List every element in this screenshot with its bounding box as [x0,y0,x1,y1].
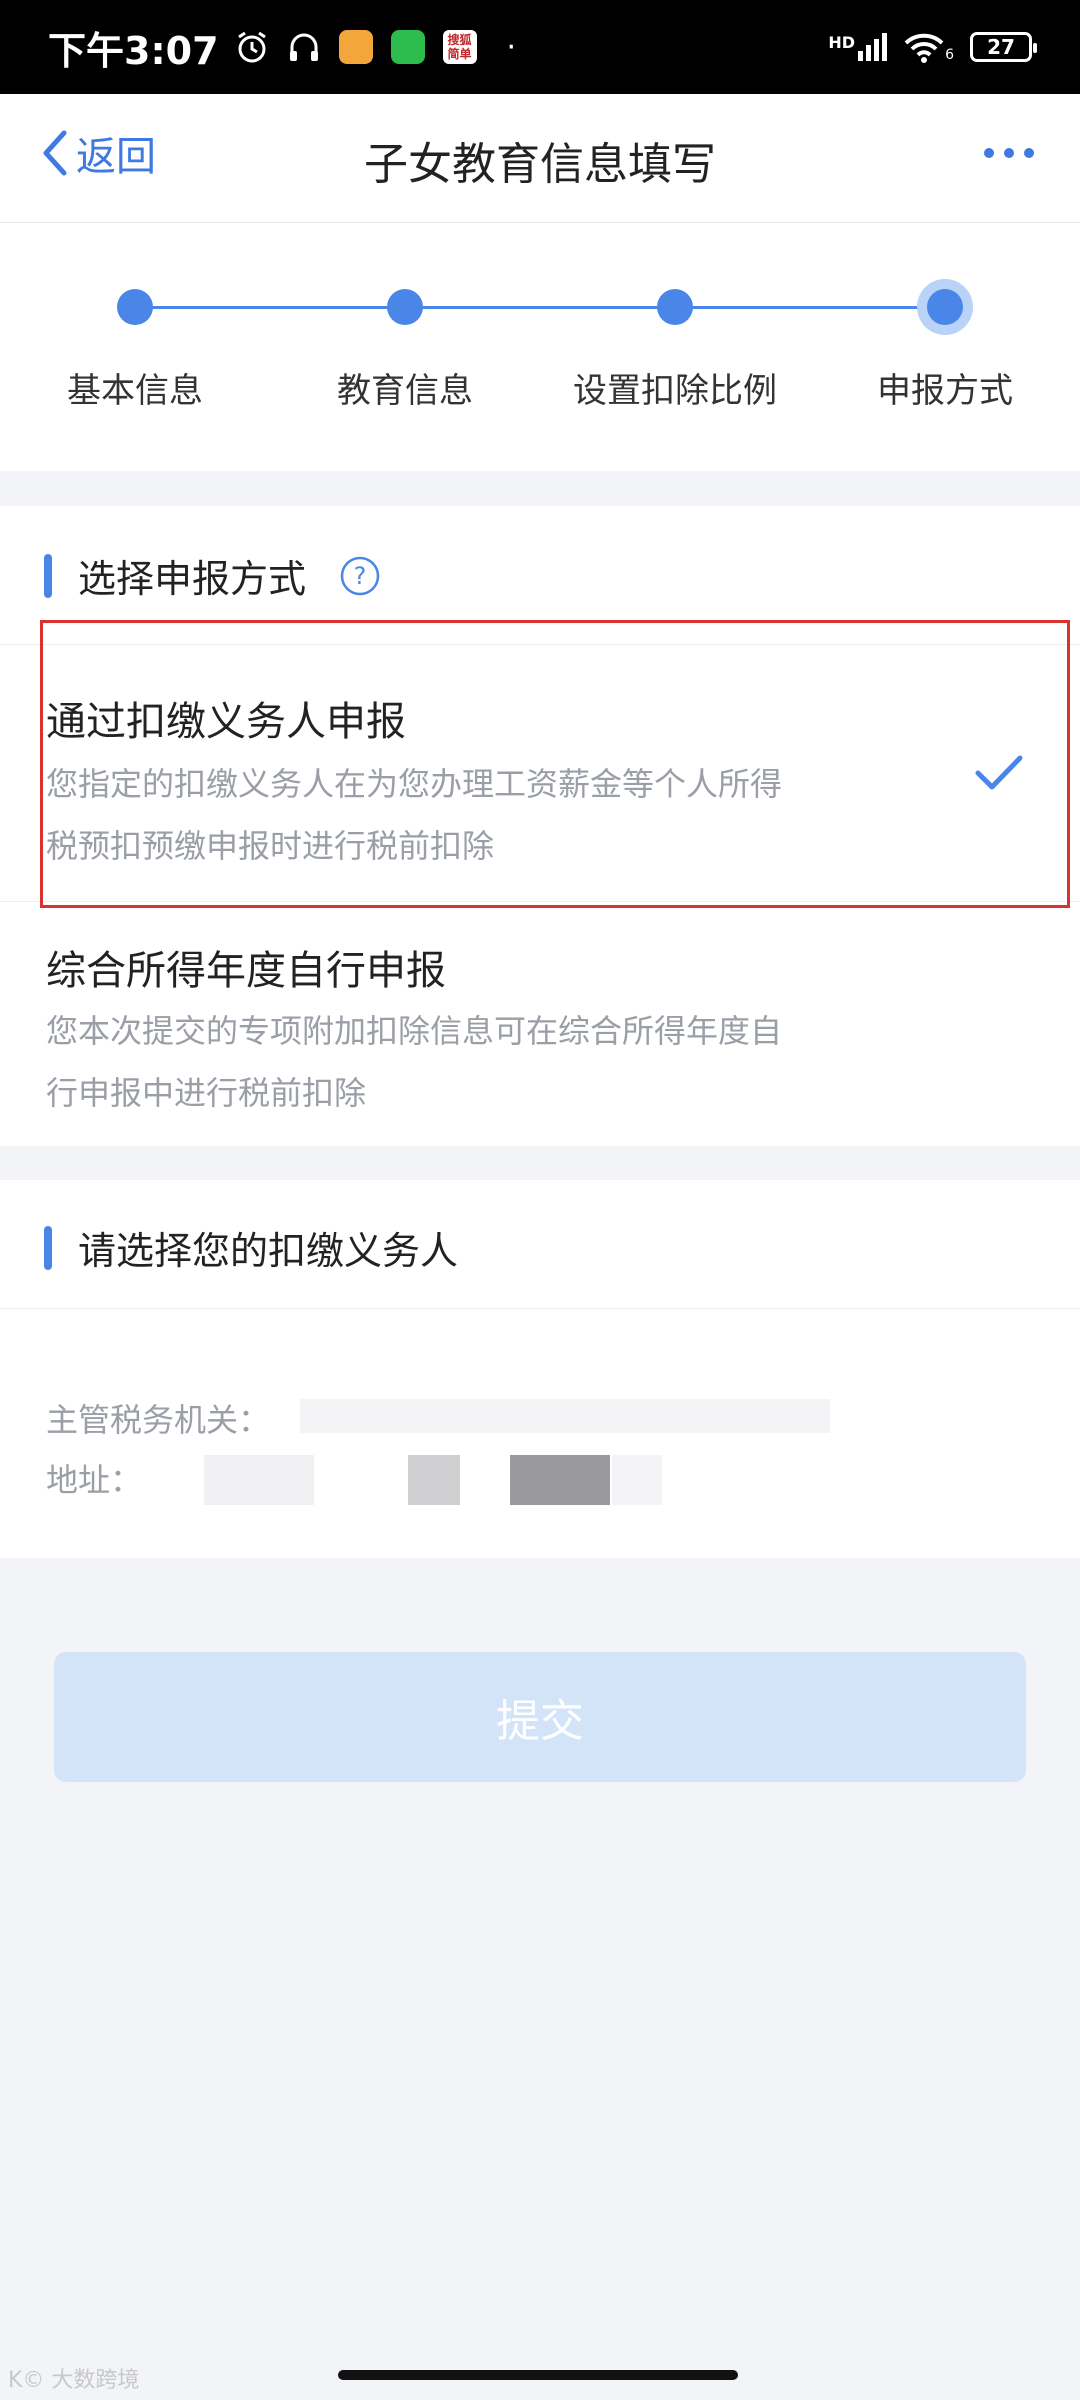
progress-steps: 基本信息 教育信息 设置扣除比例 申报方式 [0,223,1080,471]
headphones-icon [285,28,323,66]
status-bar: 下午3:07 搜狐 简单 · HD 6 27 [0,0,1080,94]
option-desc-line: 行申报中进行税前扣除 [46,1074,367,1112]
more-notifications-dot: · [506,29,517,65]
step-dot-filing-method-active [917,279,973,335]
help-icon[interactable]: ? [340,556,380,596]
step-dot-deduction-ratio [657,289,693,325]
step-label-filing-method: 申报方式 [877,371,1013,411]
wechat-app-icon [389,28,427,66]
address-label: 地址： [46,1461,143,1499]
step-label-education-info: 教育信息 [337,371,473,411]
annotation-highlight-box [40,620,1070,908]
tax-app-text: 搜狐 简单 [442,30,477,64]
address-value-redacted [204,1455,314,1505]
tax-office-label: 主管税务机关： [46,1401,271,1439]
filing-method-header: 选择申报方式 ? [44,548,380,603]
section-title: 请选择您的扣缴义务人 [78,1229,459,1273]
battery-level: 27 [987,35,1015,59]
nav-bar: 返回 子女教育信息填写 [0,94,1080,223]
section-accent-bar [44,1225,52,1270]
signal-icon: HD [828,33,888,61]
address-value-redacted [510,1455,610,1505]
battery-icon: 27 [970,32,1037,62]
option-title: 综合所得年度自行申报 [46,948,446,994]
option-annual-self-filing[interactable]: 综合所得年度自行申报 您本次提交的专项附加扣除信息可在综合所得年度自 行申报中进… [0,902,1080,1146]
page-title: 子女教育信息填写 [364,139,716,190]
more-options-button[interactable] [984,148,1034,158]
option-description: 您本次提交的专项附加扣除信息可在综合所得年度自 行申报中进行税前扣除 [46,1000,886,1124]
steps-connector [135,306,945,309]
home-indicator[interactable] [338,2370,738,2380]
alarm-icon [233,28,271,66]
tax-office-value-redacted [300,1399,830,1433]
wifi-icon: 6 [903,31,954,63]
address-value-redacted [408,1455,460,1505]
section-title: 选择申报方式 [78,557,307,601]
withholding-agent-header: 请选择您的扣缴义务人 [44,1220,458,1275]
more-dot-icon [984,148,994,158]
status-icons-left: 搜狐 简单 · [233,28,517,66]
more-dot-icon [1024,148,1034,158]
step-dot-education-info [387,289,423,325]
withholding-agent-item[interactable]: 主管税务机关： 地址： [0,1309,1080,1557]
submit-button[interactable]: 提交 [54,1652,1026,1782]
more-dot-icon [1004,148,1014,158]
status-time: 下午3:07 [48,28,219,73]
tax-app-icon: 搜狐 简单 [441,28,479,66]
option-desc-line: 您本次提交的专项附加扣除信息可在综合所得年度自 [46,1012,783,1050]
withholding-agent-card: 请选择您的扣缴义务人 主管税务机关： 地址： [0,1180,1080,1558]
watermark: K© 大数跨境 [8,2368,140,2393]
status-icons-right: HD 6 27 [828,31,1037,63]
step-label-deduction-ratio: 设置扣除比例 [573,371,777,411]
section-accent-bar [44,553,52,598]
signal-label: HD [828,33,856,52]
wifi-badge: 6 [945,47,954,63]
step-label-basic-info: 基本信息 [67,371,203,411]
notes-app-icon [337,28,375,66]
address-value-redacted [612,1455,662,1505]
step-dot-basic-info [117,289,153,325]
svg-text:?: ? [354,562,367,590]
